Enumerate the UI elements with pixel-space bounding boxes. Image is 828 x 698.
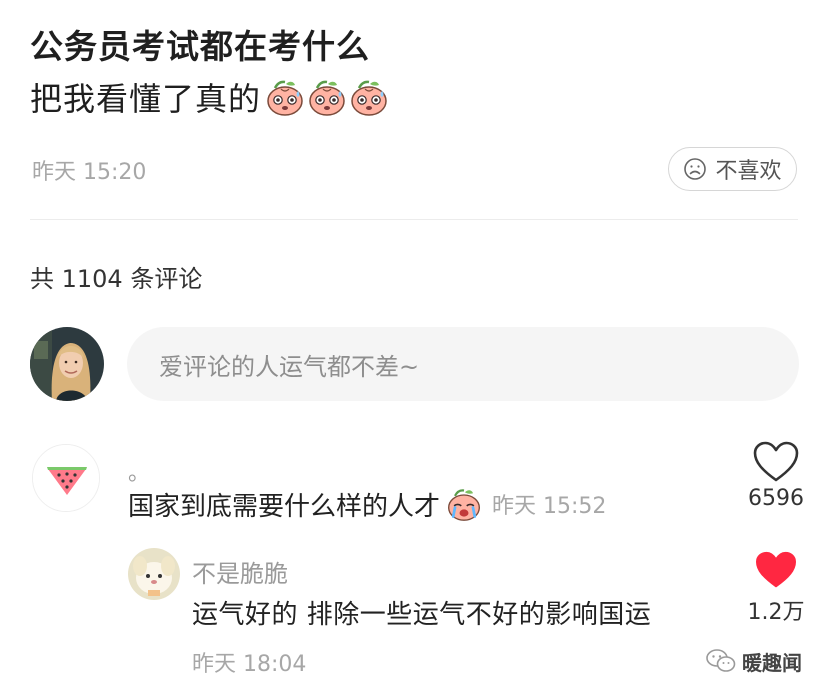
heart-filled-icon[interactable]	[754, 550, 798, 590]
sweating-peach-emoji-icon	[309, 80, 345, 116]
comment-count: 共 1104 条评论	[30, 265, 203, 293]
comment-username[interactable]: 。	[128, 455, 150, 487]
like-count: 1.2万	[747, 600, 805, 625]
comment-text: 运气好的 排除一些运气不好的影响国运	[192, 600, 652, 630]
divider	[30, 219, 798, 220]
comment-input[interactable]: 爱评论的人运气都不差~	[127, 327, 799, 401]
sweating-peach-emoji-icon	[351, 80, 387, 116]
watermelon-avatar	[33, 445, 99, 511]
avatar[interactable]	[128, 548, 180, 600]
comment-time: 昨天 18:04	[192, 652, 307, 677]
dislike-button[interactable]: 不喜欢	[668, 147, 797, 191]
avatar[interactable]	[32, 444, 100, 512]
wechat-icon	[706, 649, 736, 672]
like-count: 6596	[748, 486, 804, 511]
comment-row: 国家到底需要什么样的人才 昨天 15:52	[128, 484, 606, 524]
post-time: 昨天 15:20	[32, 160, 147, 185]
comment-time: 昨天 15:52	[492, 494, 607, 519]
sweating-peach-emoji-icon	[267, 80, 303, 116]
watermark: 暖趣闻	[706, 646, 802, 676]
current-user-avatar[interactable]	[30, 327, 104, 401]
dislike-label: 不喜欢	[715, 159, 782, 184]
emoji-group	[265, 77, 391, 117]
crying-peach-emoji-icon	[448, 489, 480, 521]
frown-face-icon	[684, 158, 707, 180]
post-title: 公务员考试都在考什么	[30, 27, 370, 66]
post-body-text: 把我看懂了真的	[30, 80, 262, 118]
cartoon-dog-avatar	[128, 548, 180, 600]
heart-outline-icon[interactable]	[752, 440, 800, 484]
watermark-text: 暖趣闻	[742, 650, 802, 675]
post-body: 把我看懂了真的	[30, 74, 391, 120]
comment-username[interactable]: 不是脆脆	[192, 554, 288, 589]
comment-text: 国家到底需要什么样的人才	[128, 491, 441, 522]
